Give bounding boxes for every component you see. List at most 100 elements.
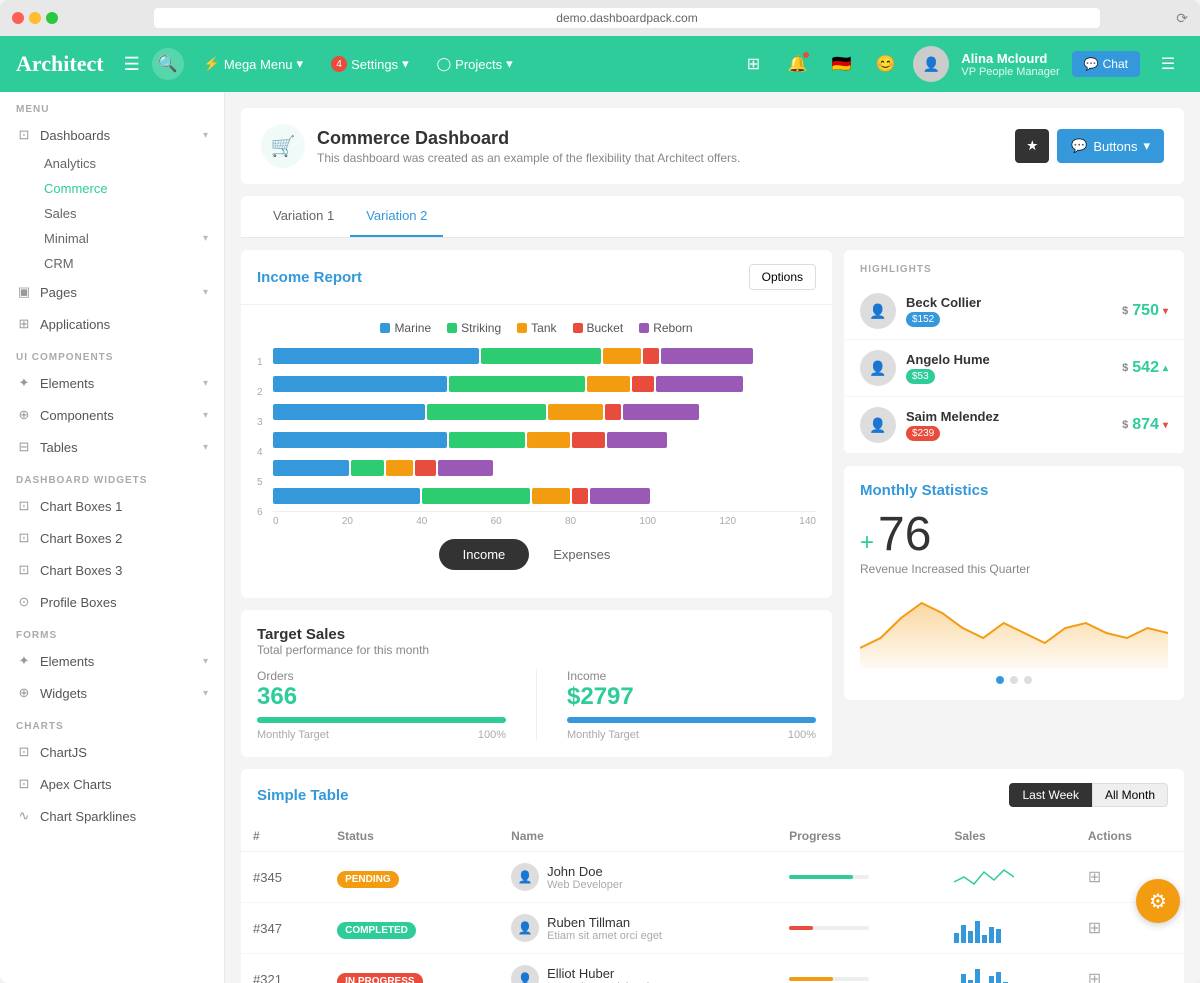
sidebar-item-form-widgets[interactable]: ⊕ Widgets ▾ <box>0 677 224 709</box>
row-num-1: #347 <box>241 903 325 954</box>
table-row: #347 COMPLETED 👤 Ruben Tillman Etiam sit… <box>241 903 1184 954</box>
more-icon[interactable]: ☰ <box>1152 48 1184 80</box>
pages-icon: ▣ <box>16 284 32 300</box>
col-name: Name <box>499 821 777 852</box>
grid-icon[interactable]: ⊞ <box>737 48 769 80</box>
row-actions-2[interactable]: ⊞ <box>1076 954 1184 983</box>
bell-icon[interactable]: 🔔 <box>781 48 813 80</box>
dot-2[interactable] <box>1010 676 1018 684</box>
user-avatar-2: 👤 <box>511 965 539 983</box>
applications-icon: ⊞ <box>16 316 32 332</box>
sidebar-item-chartjs[interactable]: ⊡ ChartJS <box>0 736 224 768</box>
mega-menu-button[interactable]: ⚡ Mega Menu ▾ <box>196 52 311 76</box>
row-user-0: 👤 John Doe Web Developer <box>499 852 777 903</box>
highlight-badge-1: $53 <box>906 369 935 384</box>
star-button[interactable]: ★ <box>1015 129 1049 163</box>
row-num-2: #321 <box>241 954 325 983</box>
col-sales: Sales <box>942 821 1076 852</box>
sidebar-item-analytics[interactable]: Analytics <box>28 151 224 176</box>
row-sales-2 <box>942 954 1076 983</box>
highlight-badge-0: $152 <box>906 312 940 327</box>
sidebar-item-elements[interactable]: ✦ Elements ▾ <box>0 367 224 399</box>
highlights-card: HIGHLIGHTS 👤 Beck Collier $152 $ 750 ▾ <box>844 250 1184 454</box>
table-row: #345 PENDING 👤 John Doe Web Developer <box>241 852 1184 903</box>
income-toggle[interactable]: Income <box>439 539 530 570</box>
sidebar-item-crm[interactable]: CRM <box>28 251 224 276</box>
user-info: Alina Mclourd VP People Manager <box>961 51 1059 78</box>
row-user-2: 👤 Elliot Huber Lorem ipsum dolor sic <box>499 954 777 983</box>
sidebar-item-dashboards[interactable]: ⊡ Dashboards ▾ <box>0 119 224 151</box>
sidebar-item-commerce[interactable]: Commerce <box>28 176 224 201</box>
row-status-0: PENDING <box>325 852 499 903</box>
row-status-2: IN PROGRESS <box>325 954 499 983</box>
sidebar-item-minimal[interactable]: Minimal ▾ <box>28 226 224 251</box>
highlight-item-2: 👤 Saim Melendez $239 $ 874 ▾ <box>844 397 1184 454</box>
legend-striking: Striking <box>447 321 501 335</box>
simple-table-title: Simple Table <box>257 787 348 804</box>
highlight-name-0: Beck Collier <box>906 295 981 310</box>
projects-menu-button[interactable]: ◯ Projects ▾ <box>429 52 521 76</box>
elements-icon: ✦ <box>16 375 32 391</box>
chat-button[interactable]: 💬 Chat <box>1072 51 1140 77</box>
income-report-card: Income Report Options Marine <box>241 250 832 598</box>
dot-1[interactable] <box>996 676 1004 684</box>
row-status-1: COMPLETED <box>325 903 499 954</box>
highlight-amount-0: $ 750 ▾ <box>1122 302 1168 320</box>
sidebar-item-chart-sparklines[interactable]: ∿ Chart Sparklines <box>0 800 224 832</box>
highlight-badge-2: $239 <box>906 426 940 441</box>
filter-all-month[interactable]: All Month <box>1092 783 1168 807</box>
col-actions: Actions <box>1076 821 1184 852</box>
avatar[interactable]: 👤 <box>913 46 949 82</box>
filter-last-week[interactable]: Last Week <box>1009 783 1091 807</box>
sidebar-item-apex-charts[interactable]: ⊡ Apex Charts <box>0 768 224 800</box>
sidebar-item-components[interactable]: ⊕ Components ▾ <box>0 399 224 431</box>
sidebar-item-profile-boxes[interactable]: ⊙ Profile Boxes <box>0 586 224 618</box>
charts-section-label: CHARTS <box>0 709 224 736</box>
sidebar-item-chart-boxes-3[interactable]: ⊡ Chart Boxes 3 <box>0 554 224 586</box>
settings-fab[interactable]: ⚙ <box>1136 879 1180 923</box>
dot-3[interactable] <box>1024 676 1032 684</box>
highlight-item-1: 👤 Angelo Hume $53 $ 542 ▴ <box>844 340 1184 397</box>
flag-icon[interactable]: 🇩🇪 <box>825 48 857 80</box>
carousel-dots <box>860 676 1168 684</box>
sidebar-item-tables[interactable]: ⊟ Tables ▾ <box>0 431 224 463</box>
sidebar-item-sales[interactable]: Sales <box>28 201 224 226</box>
highlight-amount-2: $ 874 ▾ <box>1122 416 1168 434</box>
monthly-chart <box>860 588 1168 668</box>
sidebar-item-chart-boxes-1[interactable]: ⊡ Chart Boxes 1 <box>0 490 224 522</box>
options-button[interactable]: Options <box>749 264 816 290</box>
tab-variation1[interactable]: Variation 1 <box>257 196 350 237</box>
settings-menu-button[interactable]: 4 Settings ▾ <box>323 52 417 76</box>
buttons-dropdown[interactable]: 💬 Buttons ▾ <box>1057 129 1164 163</box>
user-avatar-1: 👤 <box>511 914 539 942</box>
search-icon[interactable]: 🔍 <box>152 48 184 80</box>
legend-marine: Marine <box>380 321 431 335</box>
sidebar-item-form-elements[interactable]: ✦ Elements ▾ <box>0 645 224 677</box>
highlight-avatar-2: 👤 <box>860 407 896 443</box>
legend-bucket: Bucket <box>573 321 624 335</box>
orders-value: 366 <box>257 683 506 711</box>
monthly-value: 76 <box>878 507 931 562</box>
emoji-icon[interactable]: 😊 <box>869 48 901 80</box>
highlight-item-0: 👤 Beck Collier $152 $ 750 ▾ <box>844 283 1184 340</box>
menu-section-label: MENU <box>0 92 224 119</box>
legend-reborn: Reborn <box>639 321 692 335</box>
sidebar-item-applications[interactable]: ⊞ Applications <box>0 308 224 340</box>
form-widgets-icon: ⊕ <box>16 685 32 701</box>
row-user-1: 👤 Ruben Tillman Etiam sit amet orci eget <box>499 903 777 954</box>
tab-variation2[interactable]: Variation 2 <box>350 196 443 237</box>
income-report-title: Income Report <box>257 269 362 286</box>
highlights-label: HIGHLIGHTS <box>844 250 1184 283</box>
data-table: # Status Name Progress Sales Actions #34… <box>241 821 1184 983</box>
ui-section-label: UI COMPONENts <box>0 340 224 367</box>
forms-section-label: FORMS <box>0 618 224 645</box>
sidebar-item-pages[interactable]: ▣ Pages ▾ <box>0 276 224 308</box>
highlight-name-2: Saim Melendez <box>906 409 999 424</box>
highlight-avatar-0: 👤 <box>860 293 896 329</box>
dashboard-icon: ⊡ <box>16 127 32 143</box>
highlight-avatar-1: 👤 <box>860 350 896 386</box>
page-header: 🛒 Commerce Dashboard This dashboard was … <box>241 108 1184 184</box>
expenses-toggle[interactable]: Expenses <box>529 539 634 570</box>
hamburger-icon[interactable]: ☰ <box>124 54 140 75</box>
sidebar-item-chart-boxes-2[interactable]: ⊡ Chart Boxes 2 <box>0 522 224 554</box>
